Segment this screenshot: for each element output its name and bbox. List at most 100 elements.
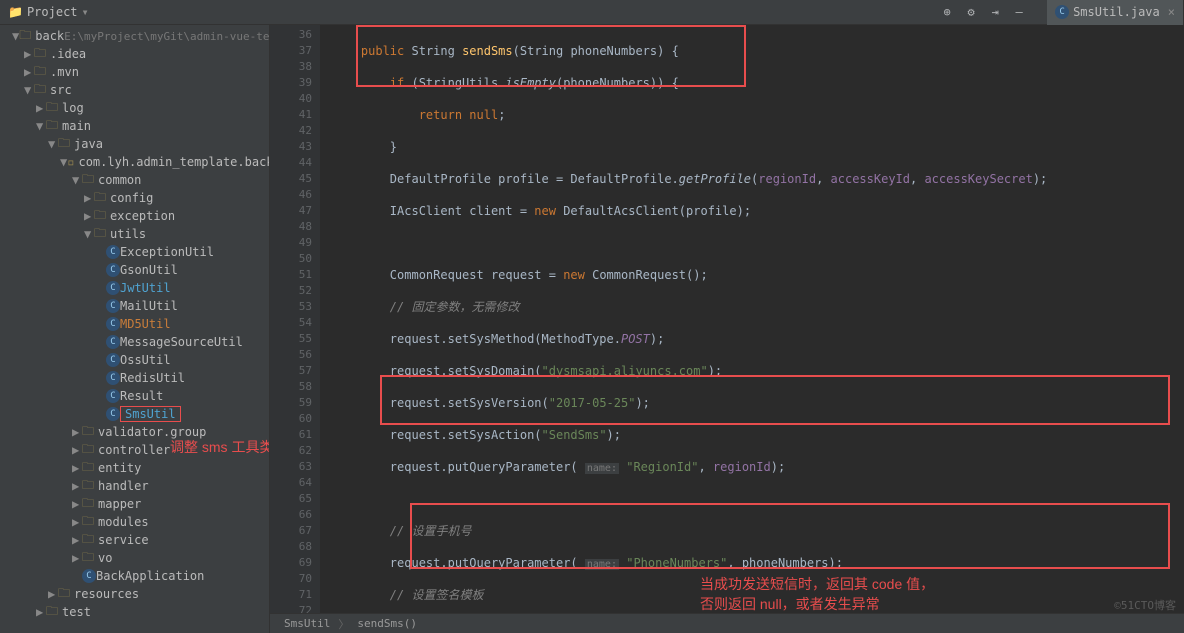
tree-row[interactable]: C JwtUtil <box>0 279 269 297</box>
project-label: Project <box>27 5 78 19</box>
tree-arrow[interactable]: ▼ <box>24 83 34 97</box>
watermark: ©51CTO博客 <box>1114 597 1176 613</box>
project-tree[interactable]: ▼ 🗀 back E:\myProject\myGit\admin-vue-te… <box>0 25 270 633</box>
tree-label: ExceptionUtil <box>120 245 214 259</box>
collapse-icon[interactable]: ⇥ <box>985 2 1005 22</box>
tree-label: RedisUtil <box>120 371 185 385</box>
tree-arrow[interactable]: ▶ <box>72 461 82 475</box>
tree-row[interactable]: ▶ 🗀 validator.group <box>0 423 269 441</box>
package-icon: ▫ <box>67 155 74 169</box>
tree-arrow[interactable]: ▶ <box>72 497 82 511</box>
tree-row[interactable]: ▶ 🗀 resources <box>0 585 269 603</box>
folder-icon: 🗀 <box>58 584 70 605</box>
tree-row[interactable]: ▼ 🗀 main <box>0 117 269 135</box>
close-icon[interactable]: × <box>1168 5 1175 19</box>
tree-row[interactable]: ▼ 🗀 back E:\myProject\myGit\admin-vue-te… <box>0 27 269 45</box>
tree-row[interactable]: ▶ 🗀 .idea <box>0 45 269 63</box>
tree-label: validator.group <box>98 425 206 439</box>
tree-arrow[interactable]: ▶ <box>72 515 82 529</box>
tree-arrow[interactable]: ▼ <box>84 227 94 241</box>
gear-icon[interactable]: ⚙ <box>961 2 981 22</box>
tree-label: modules <box>98 515 149 529</box>
tree-row[interactable]: C OssUtil <box>0 351 269 369</box>
tree-row[interactable]: C SmsUtil <box>0 405 269 423</box>
tree-label: config <box>110 191 153 205</box>
tree-arrow[interactable]: ▼ <box>60 155 67 169</box>
tree-label: mapper <box>98 497 141 511</box>
tree-label: OssUtil <box>120 353 171 367</box>
tree-row[interactable]: C MailUtil <box>0 297 269 315</box>
tree-row[interactable]: C MD5Util <box>0 315 269 333</box>
breadcrumb-class[interactable]: SmsUtil <box>284 617 330 630</box>
folder-icon: 🗀 <box>94 224 106 245</box>
tree-row[interactable]: C MessageSourceUtil <box>0 333 269 351</box>
code-editor[interactable]: 3637383940414243444546474849505152535455… <box>270 25 1184 633</box>
tree-arrow[interactable]: ▶ <box>72 479 82 493</box>
class-icon: C <box>106 281 120 295</box>
tree-arrow[interactable]: ▶ <box>72 443 82 457</box>
hide-icon[interactable]: — <box>1009 2 1029 22</box>
tree-arrow[interactable]: ▶ <box>36 605 46 619</box>
tree-row[interactable]: ▶ 🗀 mapper <box>0 495 269 513</box>
tree-arrow[interactable]: ▼ <box>72 173 82 187</box>
tree-row[interactable]: C ExceptionUtil <box>0 243 269 261</box>
tree-row[interactable]: ▶ 🗀 log <box>0 99 269 117</box>
tree-arrow[interactable]: ▶ <box>24 65 34 79</box>
class-icon: C <box>106 317 120 331</box>
tree-row[interactable]: C Result <box>0 387 269 405</box>
tree-arrow[interactable]: ▼ <box>36 119 46 133</box>
breadcrumb[interactable]: SmsUtil 〉 sendSms() <box>270 613 1184 633</box>
project-dropdown[interactable]: 📁 Project ▾ <box>0 0 97 24</box>
tree-label: back <box>35 29 64 43</box>
tree-row[interactable]: ▶ 🗀 vo <box>0 549 269 567</box>
tree-label: java <box>74 137 103 151</box>
tree-arrow[interactable]: ▶ <box>84 209 94 223</box>
tree-row[interactable]: C RedisUtil <box>0 369 269 387</box>
tree-arrow[interactable]: ▶ <box>72 425 82 439</box>
tree-arrow[interactable]: ▼ <box>12 29 19 43</box>
tree-arrow[interactable]: ▶ <box>72 533 82 547</box>
tree-row[interactable]: C GsonUtil <box>0 261 269 279</box>
tree-arrow[interactable]: ▶ <box>84 191 94 205</box>
tree-row[interactable]: ▶ 🗀 entity <box>0 459 269 477</box>
target-icon[interactable]: ⊕ <box>937 2 957 22</box>
tree-row[interactable]: C BackApplication <box>0 567 269 585</box>
code-content[interactable]: public String sendSms(String phoneNumber… <box>320 25 1184 613</box>
tree-arrow[interactable]: ▶ <box>48 587 58 601</box>
tree-label: log <box>62 101 84 115</box>
tree-arrow[interactable]: ▶ <box>36 101 46 115</box>
folder-icon: 🗀 <box>82 170 94 191</box>
tree-arrow[interactable]: ▼ <box>48 137 58 151</box>
tree-label: utils <box>110 227 146 241</box>
class-icon: C <box>106 389 120 403</box>
class-icon: C <box>1055 5 1069 19</box>
tree-arrow[interactable]: ▶ <box>72 551 82 565</box>
tree-label: common <box>98 173 141 187</box>
folder-icon: 🗀 <box>58 134 70 155</box>
tree-row[interactable]: ▶ 🗀 test <box>0 603 269 621</box>
tree-row[interactable]: ▶ 🗀 handler <box>0 477 269 495</box>
tab-smsutil[interactable]: C SmsUtil.java × <box>1047 0 1184 25</box>
tree-label: entity <box>98 461 141 475</box>
tree-row[interactable]: ▼ 🗀 common <box>0 171 269 189</box>
tree-row[interactable]: ▶ 🗀 config <box>0 189 269 207</box>
tree-label: handler <box>98 479 149 493</box>
tree-label: BackApplication <box>96 569 204 583</box>
class-icon: C <box>106 263 120 277</box>
class-icon: C <box>106 353 120 367</box>
tree-row[interactable]: ▼ 🗀 utils <box>0 225 269 243</box>
tree-row[interactable]: ▶ 🗀 modules <box>0 513 269 531</box>
tree-row[interactable]: ▶ 🗀 service <box>0 531 269 549</box>
tree-row[interactable]: ▶ 🗀 controller <box>0 441 269 459</box>
tree-row[interactable]: ▼ ▫ com.lyh.admin_template.back <box>0 153 269 171</box>
tree-label: com.lyh.admin_template.back <box>78 155 270 169</box>
tree-row[interactable]: ▼ 🗀 java <box>0 135 269 153</box>
tree-row[interactable]: ▶ 🗀 exception <box>0 207 269 225</box>
class-icon: C <box>106 245 120 259</box>
breadcrumb-method[interactable]: sendSms() <box>357 617 417 630</box>
class-icon: C <box>82 569 96 583</box>
tree-row[interactable]: ▶ 🗀 .mvn <box>0 63 269 81</box>
tree-label: MD5Util <box>120 317 171 331</box>
tree-arrow[interactable]: ▶ <box>24 47 34 61</box>
tree-row[interactable]: ▼ 🗀 src <box>0 81 269 99</box>
